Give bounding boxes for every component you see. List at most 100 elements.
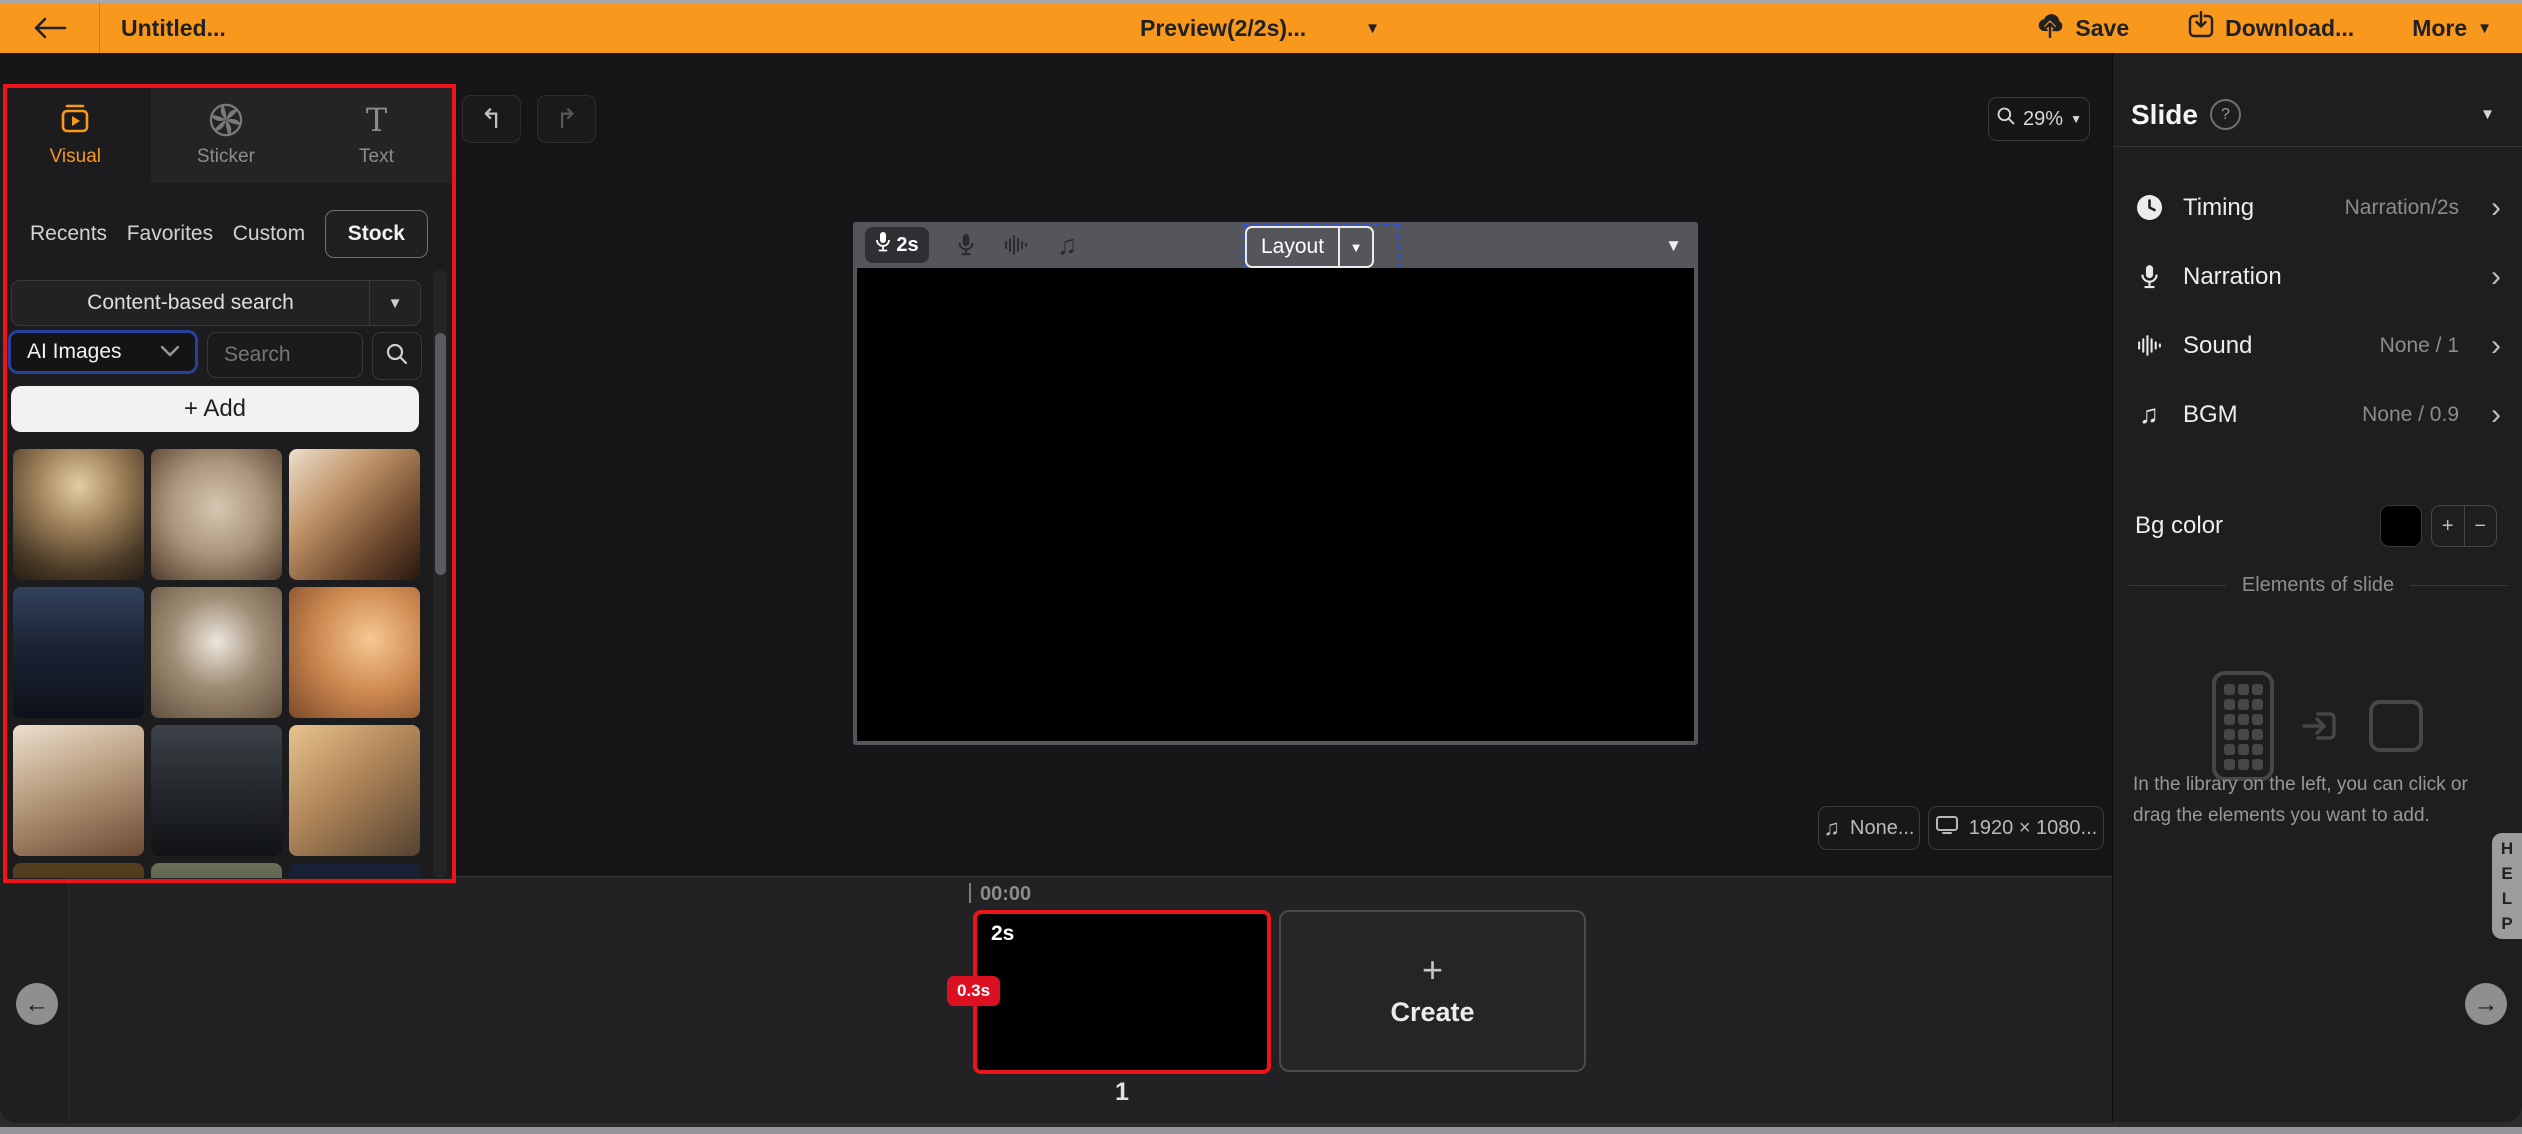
canvas-resolution-button[interactable]: 1920 × 1080... [1928,806,2104,850]
category-recents[interactable]: Recents [30,222,107,246]
slide-number-label: 1 [973,1078,1271,1107]
search-input[interactable] [222,342,348,368]
layout-button[interactable]: Layout ▼ [1245,226,1374,268]
timeline-slide-1[interactable]: 2s 0.3s [973,910,1271,1074]
help-tab[interactable]: H E L P [2492,833,2522,939]
layout-selection-box: Layout ▼ [1243,224,1399,270]
help-letter: E [2501,862,2512,886]
toolbar-collapse-caret[interactable]: ▼ [1665,236,1682,256]
bg-color-stepper: + − [2431,505,2497,547]
back-button[interactable] [0,3,99,53]
stock-image-thumb[interactable] [13,725,144,856]
divider-line [2129,585,2226,586]
record-mic-icon[interactable] [957,233,975,257]
add-button[interactable]: + Add [11,386,419,432]
tab-visual[interactable]: Visual [0,87,151,183]
stock-image-grid [13,449,421,878]
row-timing-label: Timing [2183,194,2254,222]
bottom-scroll-strip[interactable] [0,1127,2522,1134]
stock-image-thumb[interactable] [13,449,144,580]
slide-editor-window: 2s ♫ Layout ▼ ▼ [853,222,1698,745]
stock-image-thumb[interactable] [151,863,282,878]
tab-sticker[interactable]: Sticker [151,87,302,183]
bg-color-remove-button[interactable]: − [2465,506,2497,546]
stock-image-thumb[interactable] [151,587,282,718]
undo-button[interactable]: ↰ [462,95,521,143]
divider-line [2410,585,2507,586]
sound-wave-icon[interactable] [1003,233,1029,257]
sound-wave-icon [2135,333,2163,358]
timecode-label: 00:00 [980,883,1031,906]
stock-image-thumb[interactable] [13,587,144,718]
stock-image-thumb[interactable] [151,725,282,856]
download-button[interactable]: Download... [2187,11,2354,45]
bg-color-swatch[interactable] [2380,505,2422,547]
tab-text-label: Text [359,146,394,168]
more-button[interactable]: More ▼ [2412,15,2492,42]
row-sound-label: Sound [2183,332,2252,360]
help-question-icon[interactable]: ? [2210,99,2241,130]
slide-toolbar: 2s ♫ Layout ▼ ▼ [853,222,1698,268]
download-icon [2187,11,2215,45]
stock-image-thumb[interactable] [289,863,420,878]
chevron-down-icon: ▼ [369,281,420,325]
create-slide-button[interactable]: + Create [1279,910,1586,1072]
zoom-control[interactable]: 29% ▼ [1988,97,2090,141]
arrow-left-icon: ← [25,990,50,1019]
chevron-down-icon[interactable]: ▼ [2480,107,2495,122]
row-narration[interactable]: Narration › [2113,242,2522,311]
stock-image-thumb[interactable] [151,449,282,580]
timeline-prev-button[interactable]: ← [16,983,58,1025]
display-icon [1935,815,1959,841]
stock-image-thumb[interactable] [289,725,420,856]
playhead-tick [969,883,971,903]
timeline-next-button[interactable]: → [2465,983,2507,1025]
music-note-icon[interactable]: ♫ [1057,230,1077,261]
category-custom[interactable]: Custom [233,222,305,246]
tab-text[interactable]: T Text [301,87,452,183]
category-stock[interactable]: Stock [325,210,428,258]
redo-button[interactable]: ↱ [537,95,596,143]
search-icon [385,342,409,371]
preview-label: Preview(2/2s)... [1140,15,1306,42]
category-favorites[interactable]: Favorites [127,222,213,246]
more-label: More [2412,15,2467,42]
library-scrollbar-thumb[interactable] [435,333,446,575]
search-field-wrap [207,332,363,378]
slide-canvas[interactable] [857,268,1694,741]
row-bgm[interactable]: ♫ BGM None / 0.9 › [2113,380,2522,449]
layout-label: Layout [1247,228,1338,266]
chevron-down-icon: ▼ [2477,21,2492,36]
search-mode-label: Content-based search [12,281,369,325]
search-mode-dropdown[interactable]: Content-based search ▼ [11,280,421,326]
chevron-down-icon [159,340,181,364]
inspector-divider [2113,146,2522,147]
slide-inspector-panel: Slide ? ▼ Timing Narration/2s › Narratio… [2112,53,2522,1122]
row-sound[interactable]: Sound None / 1 › [2113,311,2522,380]
bg-color-add-button[interactable]: + [2432,506,2465,546]
stock-image-thumb[interactable] [289,449,420,580]
music-note-icon: ♫ [2135,399,2163,430]
preview-dropdown[interactable]: Preview(2/2s)... ▼ [1140,3,1380,53]
stock-image-thumb[interactable] [13,863,144,878]
transition-duration-badge[interactable]: 0.3s [947,976,1000,1006]
header-actions: Save Download... More ▼ [2035,3,2492,53]
header-bar: Untitled... Preview(2/2s)... ▼ Save Down… [0,3,2522,53]
row-timing[interactable]: Timing Narration/2s › [2113,173,2522,242]
document-title: Untitled... [121,3,226,53]
asset-type-select[interactable]: AI Images [8,330,198,374]
clock-icon [2135,194,2163,221]
empty-slide-icon [2368,699,2424,758]
sticker-aperture-icon [208,102,244,138]
chevron-down-icon[interactable]: ▼ [1338,228,1372,266]
library-search-row: AI Images [8,330,422,380]
chevron-down-icon: ▼ [2070,113,2082,125]
search-submit-button[interactable] [372,332,422,380]
stock-image-thumb[interactable] [289,587,420,718]
inspector-rows: Timing Narration/2s › Narration › Sound … [2113,173,2522,449]
save-button[interactable]: Save [2035,12,2129,44]
canvas-bgm-button[interactable]: ♫ None... [1818,806,1920,850]
bg-color-row: Bg color + − [2113,505,2522,547]
narration-duration-chip[interactable]: 2s [865,227,929,263]
asset-library-panel: Visual Sticker T Te [0,87,452,878]
